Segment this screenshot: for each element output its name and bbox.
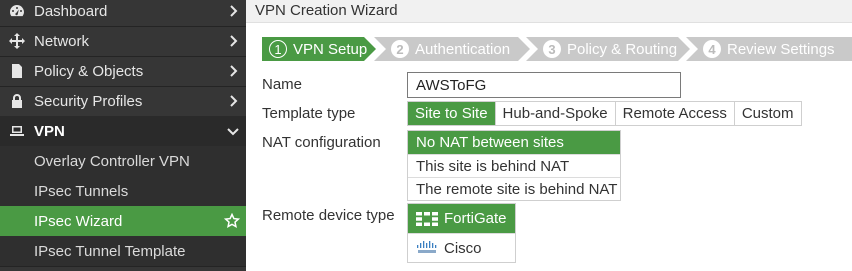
- sidebar-subitem-overlay-controller-vpn[interactable]: Overlay Controller VPN: [0, 146, 246, 176]
- sidebar-subitem-ipsec-wizard[interactable]: IPsec Wizard: [0, 206, 246, 236]
- wizard-step-review-settings[interactable]: 4 Review Settings: [686, 37, 852, 61]
- template-type-selector: Site to Site Hub-and-Spoke Remote Access…: [407, 101, 802, 126]
- step-label: Policy & Routing: [567, 40, 678, 58]
- fortigate-logo-icon: [416, 211, 440, 227]
- step-number: 4: [703, 40, 721, 58]
- sidebar-subitem-label: Overlay Controller VPN: [34, 152, 190, 170]
- wizard-step-vpn-setup[interactable]: 1 VPN Setup: [262, 37, 376, 61]
- chevron-right-icon: [226, 94, 240, 108]
- wizard-steps: 1 VPN Setup 2 Authentication 3 Policy & …: [262, 37, 852, 61]
- nat-option-remote-site-behind-nat[interactable]: The remote site is behind NAT: [408, 177, 620, 200]
- step-label: Review Settings: [727, 40, 835, 58]
- sidebar-subitem-label: IPsec Wizard: [34, 212, 123, 230]
- policy-icon: [9, 63, 25, 79]
- remote-device-type-options: FortiGate Cisco: [407, 203, 516, 263]
- sidebar-subitem-label: IPsec Tunnel Template: [34, 242, 186, 260]
- name-input[interactable]: [407, 72, 681, 98]
- sidebar-divider: [0, 266, 246, 267]
- wizard-step-authentication[interactable]: 2 Authentication: [374, 37, 530, 61]
- star-icon[interactable]: [223, 212, 241, 229]
- page-title: VPN Creation Wizard: [246, 0, 852, 23]
- lock-icon: [9, 93, 25, 109]
- name-label: Name: [262, 76, 303, 93]
- cisco-logo-icon: [416, 240, 440, 256]
- dashboard-icon: [9, 3, 25, 19]
- remote-device-fortigate[interactable]: FortiGate: [408, 204, 515, 233]
- sidebar-item-dashboard[interactable]: Dashboard: [0, 0, 246, 26]
- template-type-label: Template type: [262, 105, 356, 122]
- step-number: 2: [391, 40, 409, 58]
- step-label: Authentication: [415, 40, 511, 58]
- nat-option-this-site-behind-nat[interactable]: This site is behind NAT: [408, 154, 620, 177]
- step-number: 1: [269, 40, 287, 58]
- sidebar-item-security-profiles[interactable]: Security Profiles: [0, 86, 246, 116]
- sidebar: Dashboard Network Policy & Objects Secur…: [0, 0, 246, 271]
- chevron-right-icon: [226, 64, 240, 78]
- step-label: VPN Setup: [293, 40, 368, 58]
- wizard-step-policy-routing[interactable]: 3 Policy & Routing: [526, 37, 690, 61]
- sidebar-item-vpn[interactable]: VPN: [0, 116, 246, 146]
- sidebar-item-label: Network: [34, 32, 90, 50]
- sidebar-subitem-ipsec-tunnel-template[interactable]: IPsec Tunnel Template: [0, 236, 246, 266]
- template-type-site-to-site[interactable]: Site to Site: [408, 102, 495, 125]
- remote-device-label: FortiGate: [444, 210, 507, 227]
- sidebar-item-label: Security Profiles: [34, 92, 143, 110]
- remote-device-cisco[interactable]: Cisco: [408, 233, 515, 262]
- sidebar-item-policy-objects[interactable]: Policy & Objects: [0, 56, 246, 86]
- network-icon: [9, 33, 25, 49]
- sidebar-subitem-ipsec-tunnels[interactable]: IPsec Tunnels: [0, 176, 246, 206]
- sidebar-subitem-label: IPsec Tunnels: [34, 182, 129, 200]
- nat-option-no-nat[interactable]: No NAT between sites: [408, 131, 620, 154]
- remote-device-type-label: Remote device type: [262, 207, 395, 224]
- sidebar-item-label: VPN: [34, 122, 65, 140]
- step-number: 3: [543, 40, 561, 58]
- nat-configuration-options: No NAT between sites This site is behind…: [407, 130, 621, 201]
- chevron-down-icon: [226, 124, 240, 138]
- sidebar-item-network[interactable]: Network: [0, 26, 246, 56]
- template-type-hub-and-spoke[interactable]: Hub-and-Spoke: [494, 102, 615, 125]
- sidebar-item-label: Policy & Objects: [34, 62, 144, 80]
- nat-configuration-label: NAT configuration: [262, 134, 381, 151]
- template-type-remote-access[interactable]: Remote Access: [614, 102, 734, 125]
- chevron-right-icon: [226, 4, 240, 18]
- chevron-right-icon: [226, 34, 240, 48]
- template-type-custom[interactable]: Custom: [733, 102, 801, 125]
- sidebar-item-label: Dashboard: [34, 2, 108, 20]
- remote-device-label: Cisco: [444, 239, 482, 257]
- main-content: VPN Creation Wizard 1 VPN Setup 2 Authen…: [246, 0, 852, 271]
- laptop-icon: [9, 123, 25, 139]
